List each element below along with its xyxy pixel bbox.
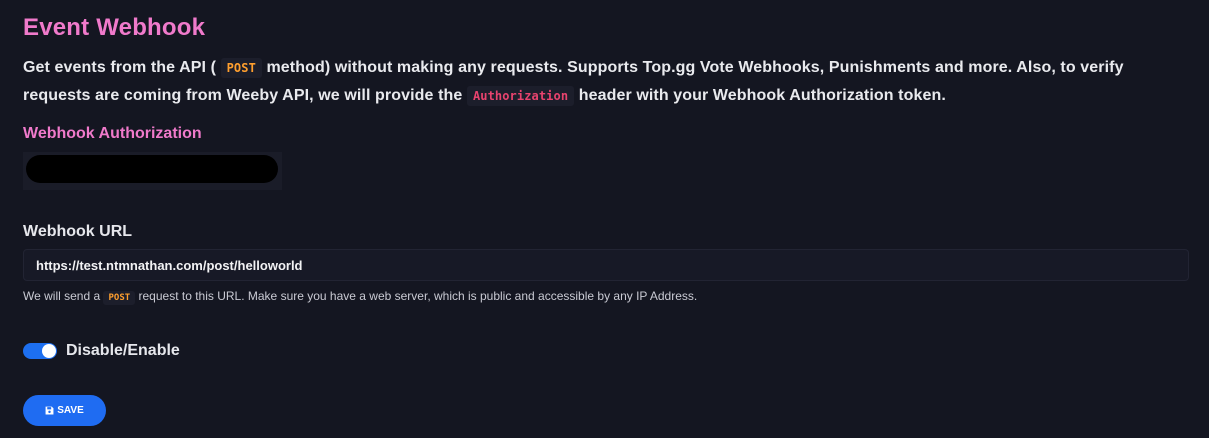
webhook-url-input[interactable] [23, 249, 1189, 281]
authorization-label: Webhook Authorization [23, 125, 202, 142]
enable-toggle-row: Disable/Enable [23, 340, 1189, 362]
save-button[interactable]: SAVE [23, 395, 106, 426]
description-text-3: header with your Webhook Authorization t… [574, 87, 946, 104]
event-webhook-panel: Event Webhook Get events from the API ( … [23, 12, 1189, 426]
webhook-url-help: We will send a POST request to this URL.… [23, 287, 1189, 307]
floppy-disk-icon [45, 406, 54, 415]
help-text-1: We will send a [23, 289, 104, 303]
redacted-token [26, 155, 278, 183]
toggle-label: Disable/Enable [66, 342, 180, 359]
enable-toggle-switch[interactable] [23, 343, 57, 359]
description: Get events from the API ( POST method) w… [23, 54, 1189, 110]
webhook-url-label: Webhook URL [23, 223, 133, 240]
authorization-token-field[interactable] [23, 152, 282, 190]
authorization-header-code: Authorization [466, 86, 575, 106]
help-text-2: request to this URL. Make sure you have … [135, 289, 698, 303]
page-title: Event Webhook [23, 14, 206, 41]
description-text-1: Get events from the API ( [23, 59, 221, 76]
post-method-code: POST [220, 58, 262, 78]
save-button-label: SAVE [57, 405, 84, 416]
help-post-code: POST [103, 291, 136, 305]
toggle-knob [42, 344, 56, 358]
